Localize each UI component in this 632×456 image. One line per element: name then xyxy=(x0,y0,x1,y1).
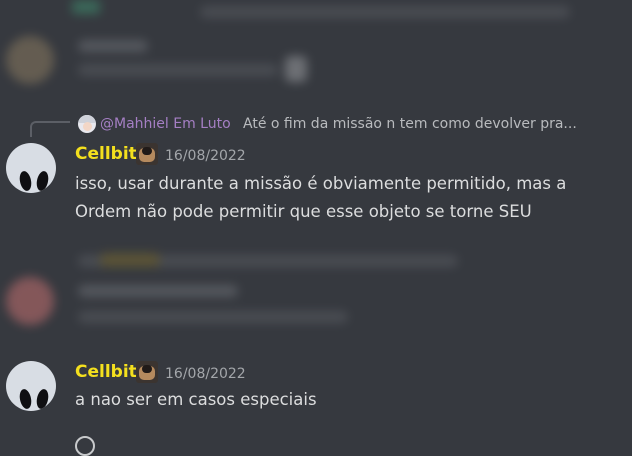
avatar-eye-left xyxy=(18,388,33,410)
avatar-eye-right xyxy=(35,170,50,192)
timestamp[interactable]: 16/08/2022 xyxy=(165,366,246,382)
avatar[interactable] xyxy=(6,361,56,411)
badge-dog-mask xyxy=(142,147,152,155)
reply-avatar-face xyxy=(83,122,92,131)
blurred-icon xyxy=(72,0,100,14)
blurred-text-line xyxy=(78,64,278,76)
avatar[interactable] xyxy=(6,143,56,193)
blurred-message-middle xyxy=(0,245,632,340)
blurred-username xyxy=(78,285,238,297)
reply-avatar[interactable] xyxy=(78,115,96,133)
blurred-text-line xyxy=(200,6,570,18)
reply-connector xyxy=(30,121,70,137)
message-line: isso, usar durante a missão é obviamente… xyxy=(75,174,567,193)
blurred-avatar xyxy=(6,277,54,325)
blurred-avatar xyxy=(6,36,54,84)
dog-badge-icon[interactable] xyxy=(136,143,158,165)
blurred-message-top xyxy=(0,0,632,100)
badge-dog-mask xyxy=(142,365,152,373)
message-line: a nao ser em casos especiais xyxy=(75,390,317,409)
avatar-eye-right xyxy=(35,388,50,410)
next-avatar-partial xyxy=(75,436,95,456)
username[interactable]: Cellbit xyxy=(75,362,137,382)
blurred-mention xyxy=(100,253,160,267)
username[interactable]: Cellbit xyxy=(75,144,137,164)
dog-badge-icon[interactable] xyxy=(136,361,158,383)
reply-preview[interactable]: Até o fim da missão n tem como devolver … xyxy=(243,116,577,132)
reply-mention[interactable]: @Mahhiel Em Luto xyxy=(100,116,231,132)
timestamp[interactable]: 16/08/2022 xyxy=(165,148,246,164)
avatar-eye-left xyxy=(18,170,33,192)
blurred-text-line xyxy=(78,311,348,323)
blurred-emoji xyxy=(285,56,307,82)
message-line: Ordem não pode permitir que esse objeto … xyxy=(75,202,532,221)
blurred-username xyxy=(78,40,148,52)
